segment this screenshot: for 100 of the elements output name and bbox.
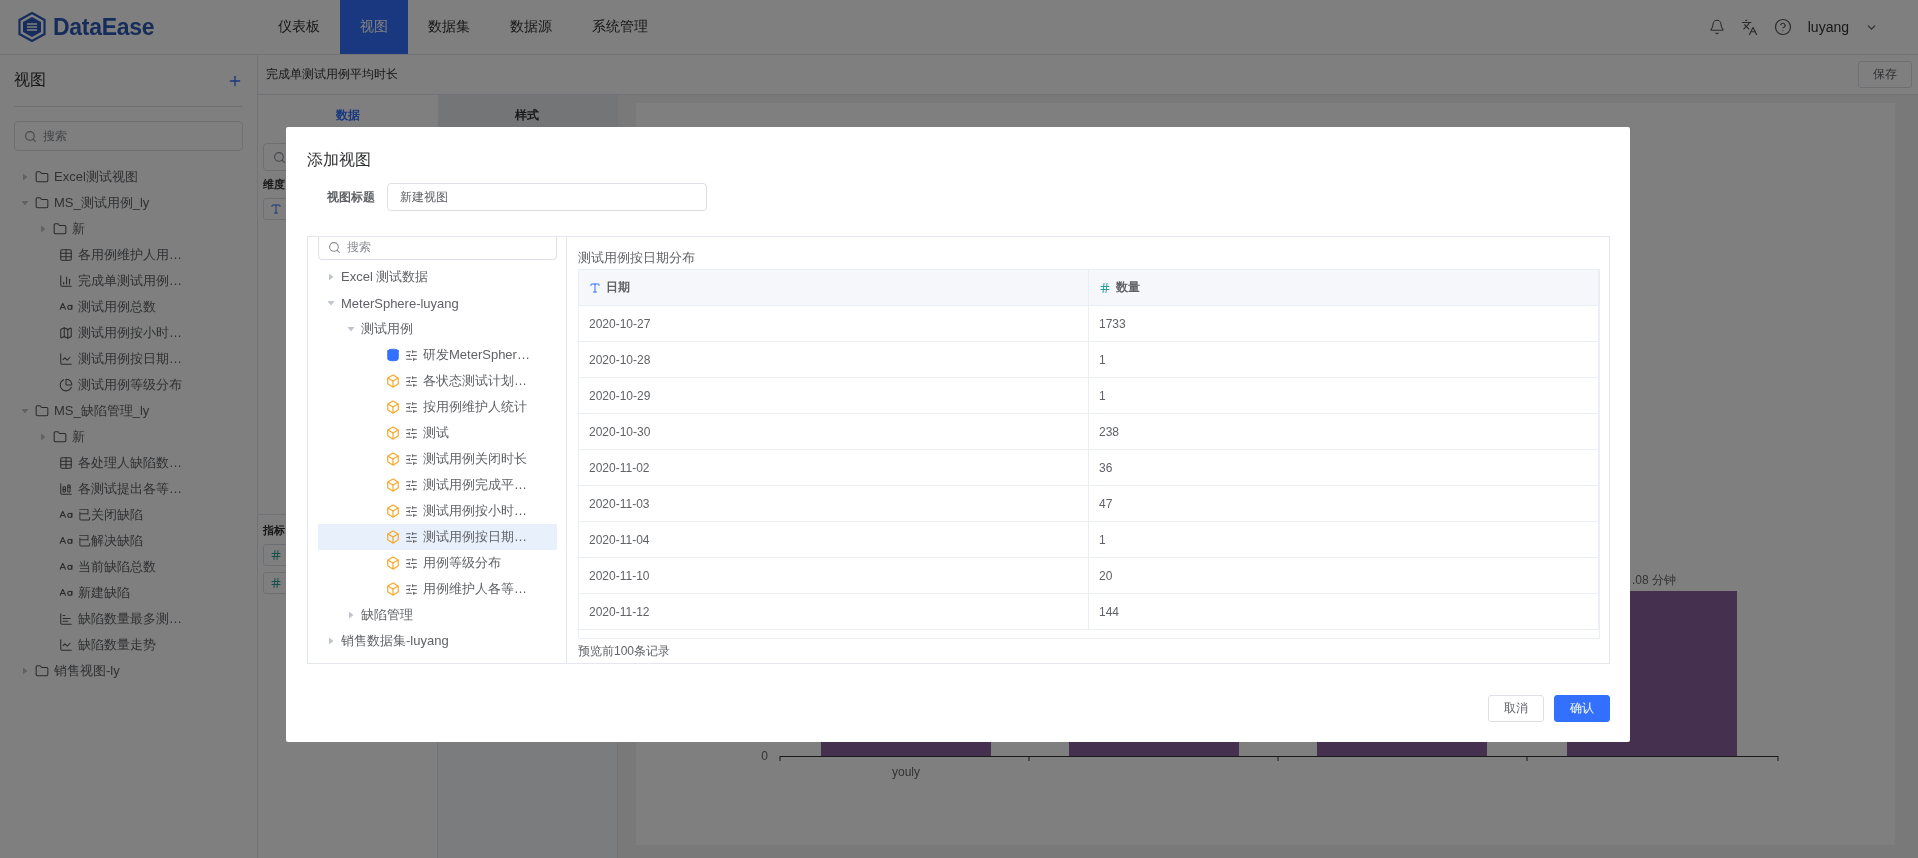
table-cell: 1 bbox=[1089, 522, 1599, 557]
caret-icon[interactable] bbox=[20, 172, 30, 182]
dataset-group[interactable]: 缺陷管理 bbox=[318, 602, 557, 628]
caret-icon[interactable] bbox=[326, 636, 336, 646]
view-item[interactable]: 新建缺陷 bbox=[14, 580, 243, 606]
horizontal-bar-chart-icon bbox=[59, 612, 73, 626]
dataset-item[interactable]: 测试 bbox=[318, 420, 557, 446]
help-icon[interactable] bbox=[1773, 18, 1792, 36]
section-label: 维度 bbox=[263, 177, 285, 192]
dataset-item[interactable]: 各状态测试计划… bbox=[318, 368, 557, 394]
search-field[interactable]: 搜索 bbox=[318, 237, 557, 260]
table-cell: 36 bbox=[1089, 450, 1599, 485]
stacked-bar-chart-icon bbox=[59, 482, 73, 496]
folder-item[interactable]: Excel测试视图 bbox=[14, 164, 243, 190]
search-icon bbox=[273, 150, 286, 164]
table-cell: 2020-11-10 bbox=[579, 558, 1089, 593]
category-label: youly bbox=[892, 765, 920, 779]
sliders-icon bbox=[405, 374, 418, 388]
cube-icon bbox=[386, 478, 400, 492]
view-item[interactable]: 已关闭缺陷 bbox=[14, 502, 243, 528]
view-item[interactable]: 缺陷数量最多测… bbox=[14, 606, 243, 632]
translate-icon[interactable] bbox=[1740, 18, 1758, 36]
dataset-group[interactable]: 测试用例 bbox=[318, 316, 557, 342]
sidebar-title: 视图 bbox=[14, 70, 46, 90]
view-item[interactable]: 各处理人缺陷数… bbox=[14, 450, 243, 476]
sliders-icon bbox=[405, 504, 418, 518]
number-type-icon bbox=[1099, 281, 1111, 294]
caret-icon[interactable] bbox=[326, 272, 336, 282]
preview-note: 预览前100条记录 bbox=[578, 643, 672, 660]
user-name[interactable]: luyang bbox=[1807, 19, 1849, 35]
view-item[interactable]: 当前缺陷总数 bbox=[14, 554, 243, 580]
view-item[interactable]: 已解决缺陷 bbox=[14, 528, 243, 554]
view-item[interactable]: 缺陷数量走势 bbox=[14, 632, 243, 658]
dataset-item[interactable]: 测试用例关闭时长 bbox=[318, 446, 557, 472]
dataset-item[interactable]: 测试用例按小时… bbox=[318, 498, 557, 524]
search-icon bbox=[328, 240, 341, 254]
dataset-item[interactable]: 测试用例按日期… bbox=[318, 524, 557, 550]
dataset-item[interactable]: 按用例维护人统计 bbox=[318, 394, 557, 420]
nav-tab[interactable]: 数据源 bbox=[490, 0, 572, 54]
dataset-group[interactable]: MeterSphere-luyang bbox=[318, 290, 557, 316]
dataset-group[interactable]: 销售数据集-luyang bbox=[318, 628, 557, 654]
table-icon bbox=[59, 456, 73, 470]
caret-icon[interactable] bbox=[20, 406, 30, 416]
table-cell: 2020-10-27 bbox=[579, 306, 1089, 341]
table-cell: 2020-11-03 bbox=[579, 486, 1089, 521]
caret-icon[interactable] bbox=[346, 610, 356, 620]
cube-icon bbox=[386, 374, 400, 388]
cube-icon bbox=[386, 400, 400, 414]
table-cell: 2020-10-28 bbox=[579, 342, 1089, 377]
table-cell: 2020-11-04 bbox=[579, 522, 1089, 557]
folder-item[interactable]: 销售视图-ly bbox=[14, 658, 243, 684]
sliders-icon bbox=[405, 556, 418, 570]
view-item[interactable]: 测试用例按小时… bbox=[14, 320, 243, 346]
save-button[interactable]: 保存 bbox=[1858, 61, 1912, 88]
view-item[interactable]: 完成单测试用例… bbox=[14, 268, 243, 294]
folder-item[interactable]: 新 bbox=[14, 216, 243, 242]
dataset-item[interactable]: 用例维护人各等… bbox=[318, 576, 557, 602]
caret-icon[interactable] bbox=[20, 198, 30, 208]
view-item[interactable]: 各测试提出各等… bbox=[14, 476, 243, 502]
bell-icon[interactable] bbox=[1708, 19, 1725, 35]
cube-icon bbox=[386, 582, 400, 596]
caret-icon[interactable] bbox=[38, 432, 48, 442]
view-item[interactable]: 各用例维护人用… bbox=[14, 242, 243, 268]
nav-tab[interactable]: 系统管理 bbox=[572, 0, 668, 54]
logo-text: DataEase bbox=[53, 13, 155, 41]
search-field[interactable]: 搜索 bbox=[14, 121, 243, 151]
table-cell: 2020-11-12 bbox=[579, 594, 1089, 629]
cancel-button[interactable]: 取消 bbox=[1488, 695, 1544, 722]
map-icon bbox=[59, 326, 73, 340]
nav-tab[interactable]: 仪表板 bbox=[258, 0, 340, 54]
line-chart-icon bbox=[59, 638, 73, 652]
table-caption: 测试用例按日期分布 bbox=[578, 249, 696, 267]
confirm-button[interactable]: 确认 bbox=[1554, 695, 1610, 722]
folder-item[interactable]: 新 bbox=[14, 424, 243, 450]
view-item[interactable]: 测试用例总数 bbox=[14, 294, 243, 320]
line-chart-icon bbox=[59, 352, 73, 366]
title-input[interactable]: 新建视图 bbox=[387, 183, 707, 211]
caret-icon[interactable] bbox=[346, 324, 356, 334]
folder-item[interactable]: MS_缺陷管理_ly bbox=[14, 398, 243, 424]
sliders-icon bbox=[405, 348, 418, 362]
text-type-icon bbox=[589, 281, 601, 294]
dataset-item[interactable]: 用例等级分布 bbox=[318, 550, 557, 576]
dataset-group[interactable]: Excel 测试数据 bbox=[318, 264, 557, 290]
column-title: 数量 bbox=[1116, 279, 1140, 296]
axis-label: 0 bbox=[761, 749, 768, 763]
view-item[interactable]: 测试用例等级分布 bbox=[14, 372, 243, 398]
caret-icon[interactable] bbox=[326, 298, 336, 308]
caret-icon[interactable] bbox=[38, 224, 48, 234]
dataset-item[interactable]: 测试用例完成平… bbox=[318, 472, 557, 498]
table-icon bbox=[59, 248, 73, 262]
nav-tab[interactable]: 数据集 bbox=[408, 0, 490, 54]
folder-icon bbox=[35, 404, 49, 418]
dataset-item[interactable]: 研发MeterSpher… bbox=[318, 342, 557, 368]
folder-item[interactable]: MS_测试用例_ly bbox=[14, 190, 243, 216]
dialog-title: 添加视图 bbox=[307, 150, 371, 170]
caret-icon[interactable] bbox=[20, 666, 30, 676]
number-type-icon bbox=[270, 549, 282, 561]
table-cell: 1 bbox=[1089, 378, 1599, 413]
nav-tab[interactable]: 视图 bbox=[340, 0, 408, 54]
view-item[interactable]: 测试用例按日期… bbox=[14, 346, 243, 372]
